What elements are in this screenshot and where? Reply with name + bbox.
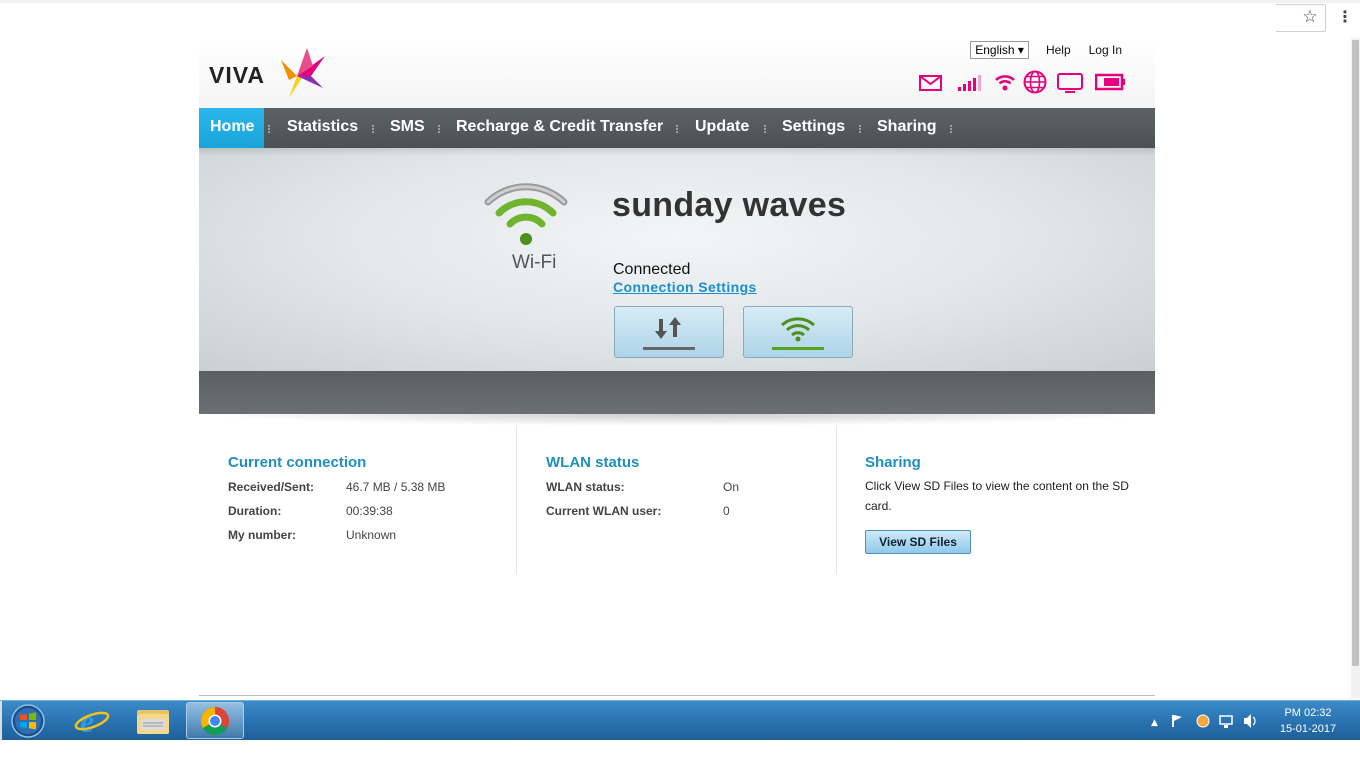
wlan-status-label: WLAN status: — [546, 480, 625, 494]
volume-icon[interactable] — [1244, 714, 1256, 728]
action-center-flag-icon[interactable] — [1172, 715, 1182, 727]
network-globe-icon[interactable] — [1196, 714, 1210, 728]
hero-shadow — [199, 414, 1155, 426]
status-icons — [918, 70, 1128, 97]
mobile-data-toggle[interactable] — [614, 306, 724, 358]
clock-time: PM 02:32 — [1284, 707, 1332, 719]
sharing-title: Sharing — [865, 454, 921, 471]
wifi-label: Wi-Fi — [512, 252, 557, 273]
tab-sms[interactable]: SMS — [379, 108, 436, 148]
sharing-description: Click View SD Files to view the content … — [865, 479, 1129, 513]
nav-separator — [950, 125, 952, 133]
duration-value: 00:39:38 — [346, 504, 393, 518]
page-header: VIVA English ▾ Help Log In — [199, 40, 1155, 108]
current-connection-panel: Current connection Received/Sent: 46.7 M… — [228, 426, 508, 576]
duration-label: Duration: — [228, 504, 282, 518]
wlan-panel: WLAN status WLAN status: On Current WLAN… — [546, 426, 826, 576]
svg-text:e: e — [80, 703, 94, 739]
received-sent-value: 46.7 MB / 5.38 MB — [346, 480, 446, 494]
received-sent-label: Received/Sent: — [228, 480, 315, 494]
screen: ☆ ⋮ VIVA English ▾ Help Log In Home Stat… — [0, 0, 1360, 768]
battery-icon — [1094, 72, 1127, 97]
bookmark-star-icon[interactable]: ☆ — [1300, 7, 1320, 27]
main-nav: Home Statistics SMS Recharge & Credit Tr… — [199, 108, 1155, 148]
browser-toolbar: ☆ ⋮ — [0, 0, 1360, 38]
network-icon[interactable] — [1219, 715, 1233, 728]
hero-footer-bar — [199, 371, 1155, 414]
network-name: sunday waves — [612, 186, 847, 224]
connection-settings-link[interactable]: Connection Settings — [613, 279, 757, 295]
tab-home[interactable]: Home — [199, 108, 264, 148]
login-link[interactable]: Log In — [1080, 43, 1131, 57]
panel-divider — [516, 426, 517, 574]
chrome-icon[interactable] — [186, 702, 244, 739]
scrollbar-thumb[interactable] — [1352, 40, 1359, 666]
tab-settings[interactable]: Settings — [771, 108, 856, 148]
wlan-status-value: On — [723, 480, 740, 494]
top-links: English ▾ Help Log In — [970, 41, 1131, 59]
help-link[interactable]: Help — [1037, 43, 1080, 57]
nav-separator — [859, 125, 861, 133]
page-bottom-rule — [199, 695, 1155, 696]
file-explorer-icon[interactable] — [125, 702, 181, 739]
internet-explorer-icon[interactable]: e — [64, 702, 120, 739]
viva-logo: VIVA — [207, 46, 325, 102]
nav-separator — [372, 125, 374, 133]
sharing-panel: Sharing Click View SD Files to view the … — [865, 426, 1150, 576]
tab-update[interactable]: Update — [684, 108, 760, 148]
signal-bars-icon — [956, 72, 984, 97]
nav-separator — [676, 125, 678, 133]
logo-text: VIVA — [209, 62, 265, 88]
windows-taskbar: e ▲ PM 02:32 15-01-2017 — [0, 700, 1360, 741]
language-select[interactable]: English ▾ — [970, 41, 1029, 59]
panel-divider — [836, 426, 837, 574]
connection-status: Connected — [613, 261, 691, 278]
wlan-users-label: Current WLAN user: — [546, 504, 662, 518]
nav-separator — [438, 125, 440, 133]
vertical-scrollbar[interactable] — [1351, 38, 1360, 698]
wlan-title: WLAN status — [546, 454, 640, 471]
current-connection-title: Current connection — [228, 454, 367, 471]
wifi-toggle[interactable] — [743, 306, 853, 358]
clock-date: 15-01-2017 — [1279, 723, 1337, 735]
nav-separator — [764, 125, 766, 133]
envelope-icon[interactable] — [918, 72, 944, 97]
wlan-users-value: 0 — [723, 504, 730, 518]
nav-separator — [268, 125, 270, 133]
my-number-label: My number: — [228, 528, 297, 542]
monitor-icon — [1056, 72, 1086, 99]
browser-menu-icon[interactable]: ⋮ — [1337, 6, 1353, 28]
my-number-value: Unknown — [346, 528, 397, 542]
screen-bottom-margin — [0, 740, 1360, 768]
wifi-status-icon — [993, 72, 1017, 97]
globe-icon — [1022, 70, 1048, 99]
toolbar-divider — [0, 0, 1360, 3]
system-tray: ▲ — [1148, 711, 1268, 731]
taskbar-clock[interactable]: PM 02:32 15-01-2017 — [1270, 705, 1346, 737]
tab-sharing[interactable]: Sharing — [866, 108, 948, 148]
data-transfer-icon — [643, 317, 695, 350]
tab-statistics[interactable]: Statistics — [276, 108, 369, 148]
wifi-large-icon — [484, 180, 568, 250]
logo-star-icon — [281, 48, 325, 98]
taskbar-edge — [0, 701, 2, 741]
wifi-toggle-icon — [772, 317, 824, 350]
tab-recharge[interactable]: Recharge & Credit Transfer — [445, 108, 674, 148]
start-button[interactable] — [8, 703, 48, 739]
connection-hero: Wi-Fi sunday waves Connected Connection … — [199, 148, 1155, 371]
tray-chevron-icon[interactable]: ▲ — [1151, 718, 1158, 728]
view-sd-files-button[interactable]: View SD Files — [865, 530, 971, 554]
